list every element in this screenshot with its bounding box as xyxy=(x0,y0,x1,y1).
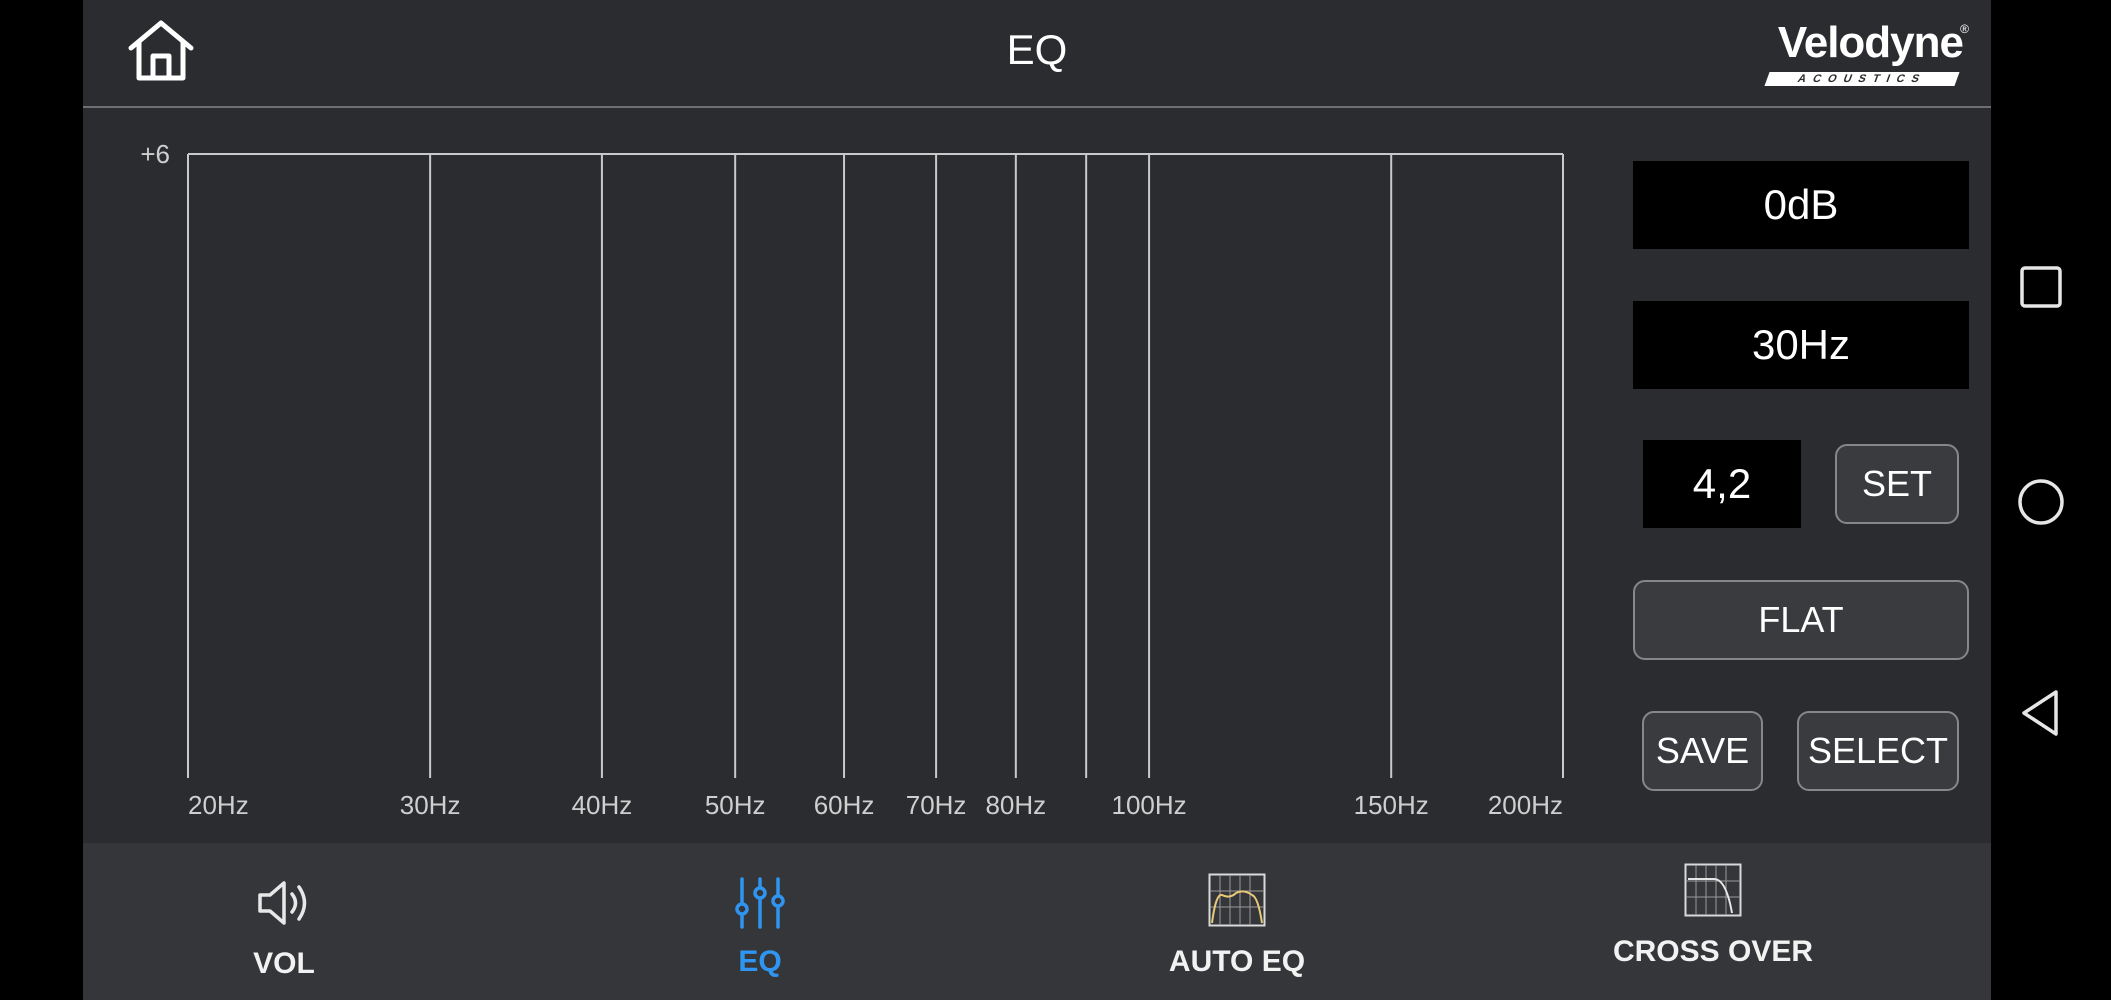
nav-label-eq: EQ xyxy=(738,945,782,978)
crossover-graph-icon xyxy=(1684,863,1742,917)
x-tick-label: 60Hz xyxy=(814,790,875,820)
recent-apps-icon[interactable] xyxy=(2016,265,2066,311)
q-value-input[interactable]: 4,2 xyxy=(1643,440,1801,528)
x-tick-label: 30Hz xyxy=(400,790,461,820)
nav-item-auto-eq[interactable]: AUTO EQ xyxy=(1107,843,1367,1000)
eq-app: EQ Velodyne ® ACOUSTICS +60-6-12-18 20Hz… xyxy=(83,0,1991,1000)
sliders-icon xyxy=(735,877,785,929)
eq-chart[interactable]: +60-6-12-18 20Hz30Hz40Hz50Hz60Hz70Hz80Hz… xyxy=(83,140,1603,830)
flat-button[interactable]: FLAT xyxy=(1633,580,1969,660)
x-tick-label: 50Hz xyxy=(705,790,766,820)
select-button[interactable]: SELECT xyxy=(1797,711,1959,791)
gain-display[interactable]: 0dB xyxy=(1633,161,1969,249)
auto-eq-graph-icon xyxy=(1208,873,1266,927)
frequency-display[interactable]: 30Hz xyxy=(1633,301,1969,389)
save-button[interactable]: SAVE xyxy=(1642,711,1763,791)
home-circle-icon[interactable] xyxy=(2016,477,2066,527)
nav-item-eq[interactable]: EQ xyxy=(630,843,890,1000)
x-tick-label: 150Hz xyxy=(1354,790,1429,820)
brand-name: Velodyne xyxy=(1777,18,1964,67)
x-tick-label: 70Hz xyxy=(906,790,967,820)
nav-item-vol[interactable]: VOL xyxy=(154,843,414,1000)
nav-label-auto-eq: AUTO EQ xyxy=(1168,945,1306,978)
bottom-nav: VOL EQ AUTO EQ CROSS OVER xyxy=(83,843,1991,1000)
y-tick-label: +6 xyxy=(140,140,170,169)
speaker-icon xyxy=(258,881,307,925)
page-title: EQ xyxy=(1006,26,1068,73)
nav-item-cross-over[interactable]: CROSS OVER xyxy=(1583,843,1843,1000)
system-navigation-bar xyxy=(1991,0,2111,1000)
x-tick-label: 100Hz xyxy=(1112,790,1187,820)
x-tick-label: 200Hz xyxy=(1488,790,1563,820)
x-tick-label: 80Hz xyxy=(985,790,1046,820)
app-header: EQ Velodyne ® ACOUSTICS xyxy=(83,0,1991,108)
brand-subtitle: ACOUSTICS xyxy=(1764,72,1960,86)
nav-label-cross-over: CROSS OVER xyxy=(1612,935,1814,968)
back-icon[interactable] xyxy=(2016,688,2066,738)
nav-label-vol: VOL xyxy=(253,947,315,980)
velodyne-logo: Velodyne ® ACOUSTICS xyxy=(1743,18,1971,90)
brand-registered-mark: ® xyxy=(1960,22,1969,36)
x-tick-label: 20Hz xyxy=(188,790,249,820)
set-button[interactable]: SET xyxy=(1835,444,1959,524)
x-tick-label: 40Hz xyxy=(572,790,633,820)
